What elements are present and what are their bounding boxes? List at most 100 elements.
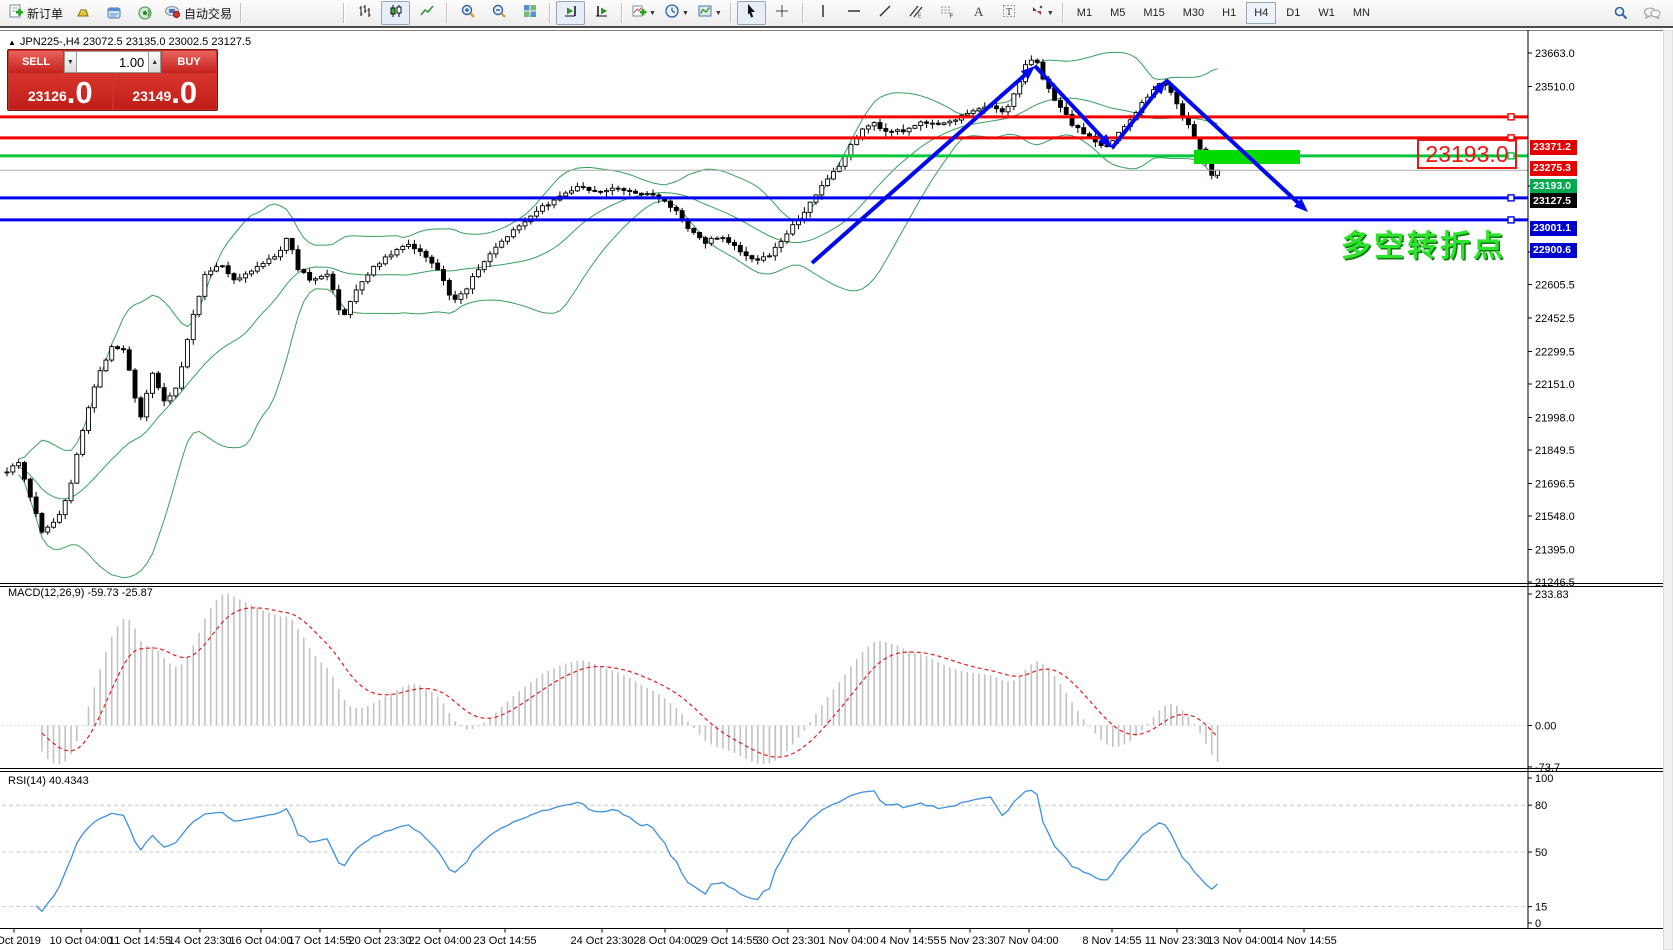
- zoom-out-button[interactable]: [484, 1, 513, 25]
- periods-button[interactable]: ▼: [661, 1, 692, 25]
- chat-icon[interactable]: [1637, 1, 1666, 25]
- price-line-anchor[interactable]: [1508, 195, 1514, 201]
- price-axis-label: 23663.0: [1535, 48, 1575, 60]
- candle-body: [1076, 125, 1080, 127]
- timeframe-button-h4[interactable]: H4: [1246, 2, 1276, 24]
- candle-body: [174, 388, 178, 396]
- channel-button[interactable]: E: [902, 1, 931, 25]
- candle-body: [145, 393, 149, 417]
- timeframe-button-d1[interactable]: D1: [1278, 2, 1308, 24]
- candle-body: [1018, 82, 1022, 94]
- candle-body: [721, 238, 725, 239]
- candle-body: [98, 371, 102, 387]
- crosshair-icon: [774, 3, 790, 24]
- right-scroll-strip[interactable]: [1664, 30, 1673, 950]
- candle-body: [46, 527, 50, 532]
- timeframe-button-m30[interactable]: M30: [1175, 2, 1212, 24]
- vertical-line-button[interactable]: [809, 1, 838, 25]
- candle-body: [599, 191, 603, 192]
- volume-input[interactable]: [77, 51, 149, 73]
- candle-body: [610, 188, 614, 190]
- timeframe-button-h1[interactable]: H1: [1214, 2, 1244, 24]
- candle-body: [651, 194, 655, 195]
- buy-button[interactable]: BUY: [162, 51, 216, 73]
- crosshair-button[interactable]: [768, 1, 797, 25]
- new-order-button[interactable]: 新订单: [5, 1, 66, 25]
- trend-line-button[interactable]: [871, 1, 900, 25]
- candlestick-button[interactable]: [381, 1, 410, 25]
- market-watch-button[interactable]: [278, 1, 307, 25]
- fibonacci-button[interactable]: F: [933, 1, 962, 25]
- tile-windows-button[interactable]: [515, 1, 544, 25]
- candle-body: [756, 259, 760, 260]
- fibonacci-icon: F: [939, 3, 955, 24]
- timeframe-button-m15[interactable]: M15: [1135, 2, 1172, 24]
- svg-text:A: A: [974, 4, 984, 19]
- trend-arrow-line[interactable]: [812, 72, 1028, 263]
- price-level-annotation-box[interactable]: 23193.0: [1417, 139, 1517, 169]
- chart-collapse-icon[interactable]: ▲: [8, 38, 16, 47]
- sell-button[interactable]: SELL: [9, 51, 63, 73]
- macd-histogram: [42, 594, 1218, 764]
- price-axis-label: 21849.5: [1535, 445, 1575, 457]
- line-chart-button[interactable]: [412, 1, 441, 25]
- volume-decrease-button[interactable]: ▼: [64, 51, 77, 73]
- price-line-anchor[interactable]: [1508, 217, 1514, 223]
- x-axis-label: 13 Nov 04:00: [1207, 935, 1272, 947]
- candle-body: [75, 454, 79, 483]
- signal-icon[interactable]: [130, 1, 159, 25]
- candle-body: [383, 257, 387, 264]
- candle-body: [302, 270, 306, 273]
- cursor-button[interactable]: [737, 1, 766, 25]
- candle-body: [116, 347, 120, 349]
- price-tag-23371.2: 23371.2: [1530, 140, 1577, 155]
- candle-body: [401, 247, 405, 250]
- price-line-anchor[interactable]: [1508, 114, 1514, 120]
- buy-price[interactable]: 23149.0: [114, 74, 217, 109]
- sell-price[interactable]: 23126.0: [9, 74, 112, 109]
- candle-body: [110, 347, 114, 360]
- candle-body: [215, 267, 219, 271]
- candle-body: [407, 244, 411, 246]
- arrows-button[interactable]: ▼: [1026, 1, 1057, 25]
- x-axis-label: 23 Oct 14:55: [474, 935, 537, 947]
- gold-button[interactable]: [247, 1, 276, 25]
- label-button[interactable]: T: [995, 1, 1024, 25]
- autotrade-button[interactable]: 自动交易: [161, 1, 235, 25]
- zoom-in-button[interactable]: [453, 1, 482, 25]
- gold-icon[interactable]: [68, 1, 97, 25]
- candle-body: [703, 238, 707, 244]
- horizontal-line-button[interactable]: [840, 1, 869, 25]
- candle-body: [645, 194, 649, 195]
- trend-arrow-line[interactable]: [1166, 80, 1301, 206]
- search-icon[interactable]: [1606, 1, 1635, 25]
- timeframe-button-m5[interactable]: M5: [1102, 2, 1133, 24]
- auto-scroll-button[interactable]: [556, 1, 585, 25]
- turning-point-text[interactable]: 多空转折点: [1341, 221, 1506, 265]
- x-axis-label: 14 Oct 23:30: [169, 935, 232, 947]
- timeframe-button-w1[interactable]: W1: [1310, 2, 1343, 24]
- volume-increase-button[interactable]: ▲: [148, 51, 161, 73]
- price-tag-23001.1: 23001.1: [1530, 221, 1577, 236]
- candle-body: [523, 222, 527, 226]
- x-axis-label: 1 Nov 04:00: [819, 935, 878, 947]
- candle-body: [1210, 163, 1214, 175]
- signal-button[interactable]: [309, 1, 338, 25]
- chart-shift-button[interactable]: [587, 1, 616, 25]
- market-watch-icon[interactable]: [99, 1, 128, 25]
- trend-arrow-line[interactable]: [1035, 66, 1106, 141]
- templates-button[interactable]: ▼: [694, 1, 725, 25]
- candle-body: [313, 279, 317, 280]
- candle-body: [744, 252, 748, 256]
- text-button[interactable]: A: [964, 1, 993, 25]
- timeframe-button-mn[interactable]: MN: [1345, 2, 1378, 24]
- bar-chart-button[interactable]: [350, 1, 379, 25]
- indicators-button[interactable]: ▼: [628, 1, 659, 25]
- candle-body: [540, 206, 544, 212]
- macd-axis-label: 233.83: [1535, 589, 1569, 601]
- price-tag-23275.3: 23275.3: [1530, 161, 1577, 176]
- timeframe-button-m1[interactable]: M1: [1069, 2, 1100, 24]
- candle-body: [500, 241, 504, 247]
- x-axis-label: 14 Nov 14:55: [1271, 935, 1336, 947]
- candle-body: [861, 129, 865, 137]
